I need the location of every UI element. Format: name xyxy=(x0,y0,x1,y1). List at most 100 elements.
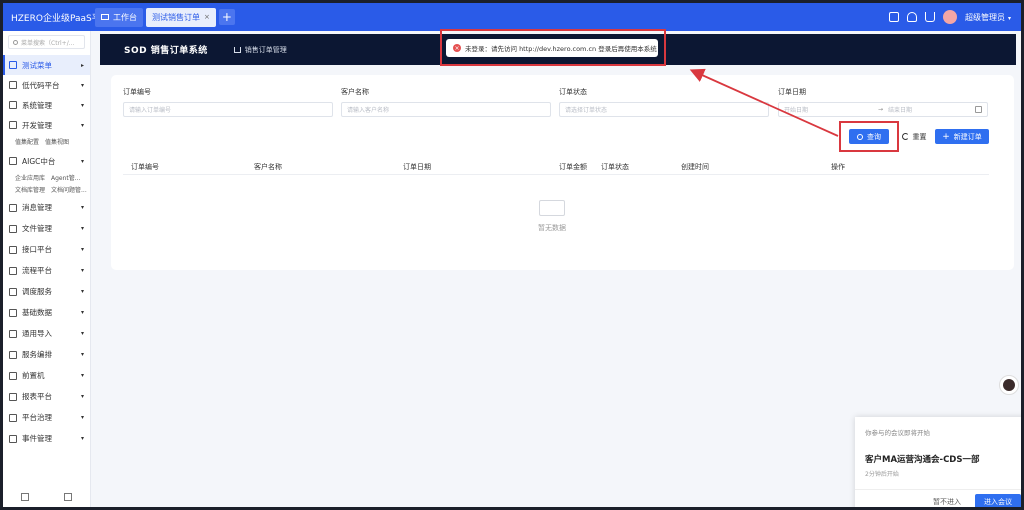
menu-icon xyxy=(9,157,17,165)
menu-search-input[interactable]: 菜单搜索（Ctrl+/... xyxy=(8,35,85,49)
refresh-icon xyxy=(901,133,909,140)
plus-icon: + xyxy=(942,131,950,142)
sidebar-item[interactable]: 接口平台 ▾ xyxy=(3,239,90,260)
order-no-input[interactable]: 请输入订单编号 xyxy=(123,102,333,117)
sidebar-footer xyxy=(3,493,90,501)
sidebar-item-test-menu[interactable]: 测试菜单 ▸ xyxy=(3,55,90,75)
chevron-icon: ▾ xyxy=(80,204,84,211)
close-icon[interactable]: × xyxy=(204,13,210,21)
chevron-icon: ▾ xyxy=(80,435,84,442)
sidebar-item-label: 文件管理 xyxy=(22,224,52,233)
join-meeting-button[interactable]: 进入会议 xyxy=(975,493,1021,507)
sidebar-sub-item[interactable]: 值集配置 xyxy=(15,137,39,146)
add-order-button[interactable]: + 新建订单 xyxy=(935,129,989,144)
nav-sales-order[interactable]: 销售订单管理 xyxy=(233,45,287,55)
sidebar-item[interactable]: 平台治理 ▾ xyxy=(3,407,90,428)
sidebar-sub-item[interactable]: 文档问题管... xyxy=(51,185,87,194)
sidebar-item-label: 消息管理 xyxy=(22,203,52,212)
sidebar-item-label: 接口平台 xyxy=(22,245,52,254)
notice-heading: 你参与的会议即将开始 xyxy=(865,429,930,437)
chevron-icon: ▾ xyxy=(80,101,84,109)
customer-input[interactable]: 请输入客户名称 xyxy=(341,102,551,117)
add-tab-button[interactable]: + xyxy=(218,9,235,25)
date-range-picker[interactable]: 开始日期 → 结束日期 xyxy=(778,102,988,117)
chevron-icon: ▾ xyxy=(80,225,84,232)
sidebar-item-label: 开发管理 xyxy=(22,120,52,130)
sidebar-item[interactable]: 消息管理 ▾ xyxy=(3,197,90,218)
brand-title: HZERO企业级PaaS平台 xyxy=(11,13,110,24)
sidebar-item-lowcode[interactable]: 低代码平台 ▾ xyxy=(3,75,90,95)
empty-box-icon xyxy=(539,200,565,216)
sidebar-sub-item[interactable]: 值集视图 xyxy=(45,137,69,146)
menu-icon xyxy=(9,392,17,401)
menu-icon xyxy=(9,101,17,109)
tab-sales-order-label: 测试销售订单 xyxy=(152,12,200,22)
sidebar-item-label: 系统管理 xyxy=(22,100,52,110)
document-icon[interactable] xyxy=(64,493,73,501)
top-bar-actions: 超级管理员 ▾ xyxy=(888,10,1021,24)
sidebar-item-system[interactable]: 系统管理 ▾ xyxy=(3,95,90,115)
chevron-icon: ▾ xyxy=(80,351,84,358)
chevron-icon: ▾ xyxy=(80,288,84,295)
highlight-box xyxy=(440,29,666,66)
filter-label: 订单日期 xyxy=(778,88,806,96)
sidebar-item-label: 报表平台 xyxy=(22,392,52,401)
menu-icon xyxy=(9,308,17,317)
sidebar-item[interactable]: 事件管理 ▾ xyxy=(3,428,90,449)
sidebar-item[interactable]: 调度服务 ▾ xyxy=(3,281,90,302)
nav-label: 销售订单管理 xyxy=(244,45,287,54)
column-header: 操作 xyxy=(831,163,845,171)
sidebar-item-label: 低代码平台 xyxy=(22,80,60,90)
sidebar-item-label: 流程平台 xyxy=(22,266,52,275)
column-header: 订单金额 xyxy=(559,163,587,171)
chevron-icon: ▾ xyxy=(80,121,84,129)
meeting-start-time: 2分钟后开始 xyxy=(865,471,899,478)
filter-label: 客户名称 xyxy=(341,88,369,96)
input-placeholder: 请输入订单编号 xyxy=(129,107,172,114)
sidebar-item[interactable]: 通用导入 ▾ xyxy=(3,323,90,344)
clipboard-icon[interactable] xyxy=(888,12,899,22)
sidebar-sub-item[interactable]: 企业应用库 xyxy=(15,173,45,182)
sidebar-sub-item[interactable]: 文档库管理 xyxy=(15,185,45,194)
sidebar-item[interactable]: 流程平台 ▾ xyxy=(3,260,90,281)
sidebar-item-dev[interactable]: 开发管理 ▾ xyxy=(3,115,90,135)
sidebar-item-label: 服务编排 xyxy=(22,350,52,359)
bell-icon[interactable] xyxy=(906,12,917,22)
avatar[interactable] xyxy=(942,10,957,24)
user-menu[interactable]: 超级管理员 ▾ xyxy=(965,12,1011,23)
arrow-right-icon: → xyxy=(878,106,884,113)
input-placeholder: 请选择订单状态 xyxy=(565,107,608,114)
collapse-icon[interactable] xyxy=(20,493,29,501)
sidebar-sub-item[interactable]: Agent管... xyxy=(51,173,80,182)
menu-search-placeholder: 菜单搜索（Ctrl+/... xyxy=(21,39,75,47)
sidebar-item[interactable]: 前置机 ▾ xyxy=(3,365,90,386)
column-header: 订单编号 xyxy=(131,163,159,171)
sidebar-menu-list: 消息管理 ▾ 文件管理 ▾ 接口平台 ▾ 流程平台 ▾ 调度服务 ▾ 基础数据 ▾ 通用导入 ▾ 服务编排 ▾… xyxy=(3,197,90,449)
tab-sales-order[interactable]: 测试销售订单 × xyxy=(146,7,216,27)
sidebar-item[interactable]: 服务编排 ▾ xyxy=(3,344,90,365)
empty-text: 暂无数据 xyxy=(538,224,566,232)
sidebar-item[interactable]: 基础数据 ▾ xyxy=(3,302,90,323)
filter-customer: 客户名称 请输入客户名称 xyxy=(341,87,551,117)
menu-icon xyxy=(9,413,17,422)
sidebar-subrow: 文档库管理 文档问题管... xyxy=(3,183,90,195)
sidebar-item-aigc[interactable]: AIGC中台 ▾ xyxy=(3,151,90,171)
ignore-button[interactable]: 暂不进入 xyxy=(925,497,969,507)
empty-state: 暂无数据 xyxy=(538,200,566,233)
chevron-icon: ▾ xyxy=(80,267,84,274)
menu-icon xyxy=(9,371,17,380)
tab-workbench[interactable]: 工作台 xyxy=(95,7,143,27)
calendar-icon xyxy=(975,106,982,113)
menu-icon xyxy=(9,245,17,254)
reset-button[interactable]: 重置 xyxy=(897,129,931,144)
cart-icon[interactable] xyxy=(924,12,935,22)
menu-icon xyxy=(9,434,17,443)
status-select[interactable]: 请选择订单状态 xyxy=(559,102,769,117)
input-placeholder: 请输入客户名称 xyxy=(347,107,390,114)
assistant-avatar[interactable] xyxy=(999,375,1019,395)
sidebar-item[interactable]: 报表平台 ▾ xyxy=(3,386,90,407)
notice-actions: 暂不进入 进入会议 xyxy=(855,489,1021,507)
sidebar-item-label: 调度服务 xyxy=(22,287,52,296)
meeting-title: 客户MA运营沟通会-CDS一部 xyxy=(865,455,980,465)
sidebar-item[interactable]: 文件管理 ▾ xyxy=(3,218,90,239)
